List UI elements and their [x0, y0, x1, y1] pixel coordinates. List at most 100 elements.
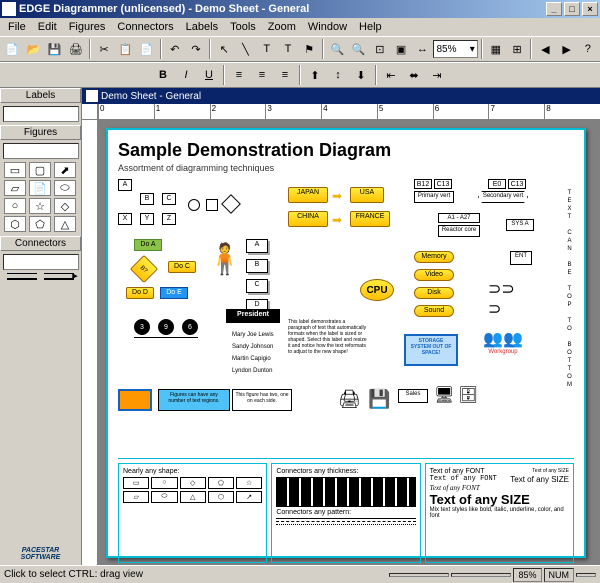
- box-sound[interactable]: Sound: [414, 305, 454, 317]
- undo-button[interactable]: ↶: [165, 38, 185, 60]
- orange-figure[interactable]: [118, 389, 152, 411]
- menu-figures[interactable]: Figures: [63, 20, 112, 34]
- box-b[interactable]: B: [140, 193, 154, 205]
- print-button[interactable]: 🖨: [66, 38, 86, 60]
- menu-tools[interactable]: Tools: [224, 20, 262, 34]
- box-primary[interactable]: Primary vert: [414, 191, 454, 203]
- bold-button[interactable]: B: [152, 64, 174, 86]
- box-dob[interactable]: B?: [130, 255, 158, 283]
- symbol-diamond[interactable]: [221, 194, 241, 214]
- align-left-button[interactable]: ≡: [228, 64, 250, 86]
- label-regions2[interactable]: This figure has two, one on each side.: [232, 389, 292, 411]
- menu-connectors[interactable]: Connectors: [111, 20, 179, 34]
- connector-dashed[interactable]: [7, 278, 37, 280]
- connectors-dropdown[interactable]: [3, 254, 79, 270]
- box-c[interactable]: C: [162, 193, 176, 205]
- demo-shape[interactable]: ☆: [236, 477, 262, 489]
- box-stack-a[interactable]: A: [246, 239, 268, 253]
- paste-button[interactable]: 📄: [136, 38, 156, 60]
- copy-button[interactable]: 📋: [115, 38, 135, 60]
- new-button[interactable]: 📄: [2, 38, 22, 60]
- circle-3[interactable]: 3: [134, 319, 150, 335]
- workgroup-group[interactable]: 👥👥 Workgroup: [478, 329, 528, 355]
- box-usa[interactable]: USA: [350, 187, 384, 203]
- box-doa[interactable]: Do A: [134, 239, 162, 251]
- logic-gates[interactable]: ⊃⊃⊃: [488, 279, 538, 319]
- box-z[interactable]: Z: [162, 213, 176, 225]
- demo-shape[interactable]: ⬭: [151, 491, 177, 503]
- text-tool[interactable]: T: [257, 38, 277, 60]
- labels-dropdown[interactable]: [3, 106, 79, 122]
- shape-rect[interactable]: ▭: [4, 162, 26, 178]
- box-reactor[interactable]: Reactor core: [438, 225, 480, 237]
- box-disk[interactable]: Disk: [414, 287, 454, 299]
- cut-button[interactable]: ✂: [94, 38, 114, 60]
- demo-shape[interactable]: ⬠: [208, 477, 234, 489]
- box-sales[interactable]: Sales: [398, 389, 428, 403]
- halign-right-button[interactable]: ⇥: [426, 64, 448, 86]
- box-memory[interactable]: Memory: [414, 251, 454, 263]
- label-regions1[interactable]: Figures can have any number of text regi…: [158, 389, 230, 411]
- zoom-page-button[interactable]: ▣: [391, 38, 411, 60]
- label-tool[interactable]: T: [278, 38, 298, 60]
- figures-dropdown[interactable]: [3, 143, 79, 159]
- zoom-combo[interactable]: 85%▾: [433, 40, 477, 58]
- shape-round[interactable]: ▢: [29, 162, 51, 178]
- shape-star[interactable]: ☆: [29, 198, 51, 214]
- redo-button[interactable]: ↷: [186, 38, 206, 60]
- box-secondary[interactable]: Secondary vert: [478, 191, 528, 203]
- connect-tool[interactable]: ╲: [235, 38, 255, 60]
- canvas[interactable]: Sample Demonstration Diagram Assortment …: [98, 120, 600, 565]
- box-china[interactable]: CHINA: [288, 211, 328, 227]
- figures-panel-head[interactable]: Figures: [0, 125, 81, 140]
- save-button[interactable]: 💾: [44, 38, 64, 60]
- box-b12[interactable]: B12: [414, 179, 432, 189]
- floppy-icon[interactable]: 💾: [368, 389, 390, 410]
- zoom-in-button[interactable]: 🔍: [327, 38, 347, 60]
- printer-icon[interactable]: 🖨: [338, 389, 361, 410]
- box-doe[interactable]: Do E: [160, 287, 188, 299]
- symbol-square[interactable]: [206, 199, 218, 211]
- minimize-button[interactable]: _: [546, 2, 562, 16]
- shape-pent[interactable]: ⬠: [29, 216, 51, 232]
- document-tab[interactable]: Demo Sheet - General: [82, 88, 600, 104]
- help-button[interactable]: ?: [578, 38, 598, 60]
- align-center-button[interactable]: ≡: [251, 64, 273, 86]
- box-ent[interactable]: ENT: [510, 251, 532, 265]
- demo-shape[interactable]: △: [180, 491, 206, 503]
- underline-button[interactable]: U: [198, 64, 220, 86]
- box-doc[interactable]: Do C: [168, 261, 196, 273]
- connector-line[interactable]: [7, 273, 37, 274]
- box-a1a27[interactable]: A1 - A27: [438, 213, 480, 223]
- shape-diamond[interactable]: ◇: [54, 198, 76, 214]
- select-tool[interactable]: ↖: [214, 38, 234, 60]
- zoom-out-button[interactable]: 🔍: [349, 38, 369, 60]
- shape-circle[interactable]: ○: [4, 198, 26, 214]
- person-icon[interactable]: 🧍: [206, 245, 228, 285]
- snap-button[interactable]: ⊞: [507, 38, 527, 60]
- box-c13a[interactable]: C13: [434, 179, 452, 189]
- symbol-circle[interactable]: [188, 199, 200, 211]
- label-paragraph[interactable]: This label demonstrates a paragraph of t…: [288, 319, 368, 355]
- circle-6[interactable]: 6: [182, 319, 198, 335]
- menu-zoom[interactable]: Zoom: [262, 20, 302, 34]
- flag-tool[interactable]: ⚑: [299, 38, 319, 60]
- next-page-button[interactable]: ▶: [556, 38, 576, 60]
- box-a[interactable]: A: [118, 179, 132, 191]
- menu-help[interactable]: Help: [353, 20, 388, 34]
- shape-ellipse[interactable]: ⬭: [54, 180, 76, 196]
- box-stack-b[interactable]: B: [246, 259, 268, 273]
- close-button[interactable]: ×: [582, 2, 598, 16]
- box-video[interactable]: Video: [414, 269, 454, 281]
- valign-mid-button[interactable]: ↕: [327, 64, 349, 86]
- demo-shape[interactable]: ◇: [180, 477, 206, 489]
- box-dod[interactable]: Do D: [126, 287, 154, 299]
- demo-shape[interactable]: ▱: [123, 491, 149, 503]
- box-storage[interactable]: STORAGE SYSTEM OUT OF SPACE!: [404, 334, 458, 366]
- halign-left-button[interactable]: ⇤: [380, 64, 402, 86]
- circle-9[interactable]: 9: [158, 319, 174, 335]
- menu-window[interactable]: Window: [302, 20, 353, 34]
- box-sysa[interactable]: SYS A: [506, 219, 534, 231]
- computer-icon[interactable]: 🖥: [434, 385, 454, 405]
- shape-arrow[interactable]: ⬈: [54, 162, 76, 178]
